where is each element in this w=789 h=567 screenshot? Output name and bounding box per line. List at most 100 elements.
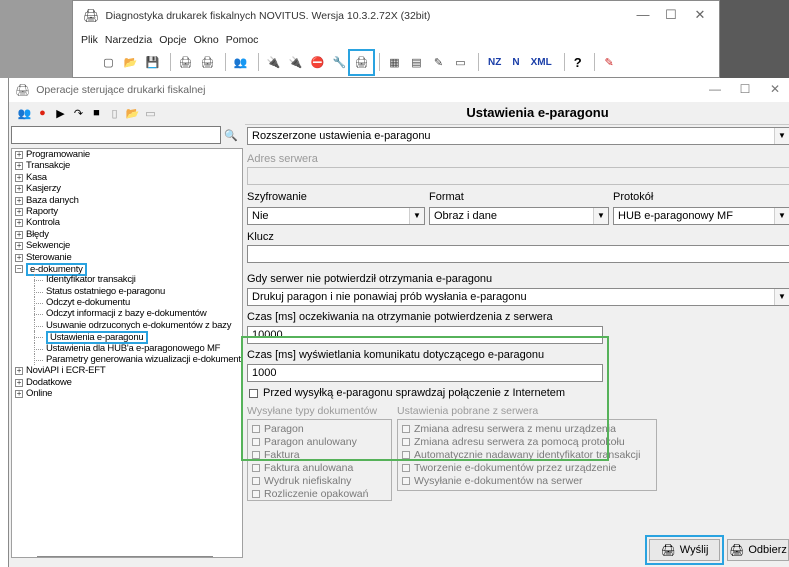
server-setting-item[interactable]: Tworzenie e-dokumentów przez urządzenie	[402, 462, 617, 474]
expand-icon[interactable]: +	[15, 367, 23, 376]
printer-icon[interactable]: 🖨	[176, 53, 195, 72]
calculator-icon[interactable]: ▦	[385, 53, 404, 72]
tree-item-raporty[interactable]: + Raporty	[12, 206, 242, 217]
disconnect-icon[interactable]: 🔌	[286, 53, 305, 72]
tree-item-sekwencje[interactable]: + Sekwencje	[12, 240, 242, 251]
search-icon[interactable]: 🔍	[221, 126, 241, 144]
checkbox-box[interactable]	[252, 477, 260, 485]
new-file-icon[interactable]: ▢	[99, 53, 118, 72]
save-icon[interactable]: 💾	[143, 53, 162, 72]
dialog-minimize-icon[interactable]: —	[703, 82, 727, 96]
checkbox-box[interactable]	[402, 464, 410, 472]
expand-icon[interactable]: +	[15, 390, 23, 399]
n-button[interactable]: N	[508, 53, 523, 72]
expand-icon[interactable]: +	[15, 230, 23, 239]
play-icon[interactable]: ▶	[53, 106, 68, 121]
menu-pomoc[interactable]: Pomoc	[226, 34, 259, 46]
checkbox-box[interactable]	[252, 490, 260, 498]
menu-okno[interactable]: Okno	[194, 34, 219, 46]
send-button[interactable]: 🖨 Wyślij	[645, 535, 724, 565]
step-icon[interactable]: ↷	[71, 106, 86, 121]
checkbox-box[interactable]	[402, 477, 410, 485]
connect-icon[interactable]: 🔌	[264, 53, 283, 72]
mode-select[interactable]: Rozszerzone ustawienia e-paragonu ▼	[247, 127, 789, 145]
horizontal-scrollbar[interactable]	[37, 556, 213, 557]
tree-item-sterowanie[interactable]: + Sterowanie	[12, 252, 242, 263]
open-folder-icon[interactable]: 📂	[121, 53, 140, 72]
tree-child-usuwanie[interactable]: Usuwanie odrzuconych e-dokumentów z bazy	[12, 319, 242, 332]
tree-item-dodatkowe[interactable]: + Dodatkowe	[12, 377, 242, 388]
dialog-close-icon[interactable]: ✕	[763, 82, 787, 96]
dropdown-arrow-icon[interactable]: ▼	[593, 208, 608, 224]
search-input[interactable]	[11, 126, 221, 144]
dropdown-arrow-icon[interactable]: ▼	[774, 128, 789, 144]
edit-icon[interactable]: ✎	[429, 53, 448, 72]
printer-settings-icon[interactable]: 🖨	[198, 53, 217, 72]
tree-item-baza-danych[interactable]: + Baza danych	[12, 195, 242, 206]
tree-item-bledy[interactable]: + Błędy	[12, 229, 242, 240]
tree-item-online[interactable]: + Online	[12, 388, 242, 399]
preview-icon[interactable]: ▯	[107, 106, 122, 121]
no-confirm-select[interactable]: Drukuj paragon i nie ponawiaj prób wysła…	[247, 288, 789, 306]
tree-item-kontrola[interactable]: + Kontrola	[12, 217, 242, 228]
expand-icon[interactable]: +	[15, 151, 23, 159]
nz-button[interactable]: NZ	[484, 53, 505, 72]
tree-child-odczyt-informacji[interactable]: Odczyt informacji z bazy e-dokumentów	[12, 308, 242, 320]
xml-button[interactable]: XML	[527, 53, 556, 72]
expand-icon[interactable]: +	[15, 242, 23, 251]
cashier-icon[interactable]: 👥	[231, 53, 250, 72]
tree-child-parametry[interactable]: Parametry generowania wizualizacji e-dok…	[12, 354, 242, 366]
menu-narzedzia[interactable]: Narzedzia	[105, 34, 152, 46]
expand-icon[interactable]: +	[15, 219, 23, 228]
save-icon[interactable]: ▭	[143, 106, 158, 121]
encryption-select[interactable]: Nie ▼	[247, 207, 425, 225]
server-setting-item[interactable]: Wysyłanie e-dokumentów na serwer	[402, 475, 583, 487]
receive-button[interactable]: 🖨 Odbierz	[727, 539, 789, 561]
maximize-icon[interactable]: ☐	[656, 7, 686, 23]
card-icon[interactable]: ▭	[451, 53, 470, 72]
tree-item-transakcje[interactable]: + Transakcje	[12, 160, 242, 171]
dropdown-arrow-icon[interactable]: ▼	[774, 289, 789, 305]
format-select[interactable]: Obraz i dane ▼	[429, 207, 609, 225]
menu-plik[interactable]: Plik	[81, 34, 98, 46]
expand-icon[interactable]: +	[15, 207, 23, 216]
tree-child-status[interactable]: Status ostatniego e-paragonu	[12, 285, 242, 298]
expand-icon[interactable]: +	[15, 378, 23, 387]
doc-type-faktura-anulowana[interactable]: Faktura anulowana	[252, 462, 353, 474]
expand-icon[interactable]: +	[15, 196, 23, 205]
expand-icon[interactable]: +	[15, 173, 23, 182]
expand-icon[interactable]: +	[15, 162, 23, 171]
help-button[interactable]: ?	[570, 53, 586, 72]
record-icon[interactable]: ●	[35, 106, 50, 121]
pen-icon[interactable]: ✎	[600, 53, 619, 72]
dialog-maximize-icon[interactable]: ☐	[733, 82, 757, 96]
collapse-icon[interactable]: −	[15, 264, 23, 273]
expand-icon[interactable]: +	[15, 253, 23, 262]
dropdown-arrow-icon[interactable]: ▼	[774, 208, 789, 224]
tree-item-kasjerzy[interactable]: + Kasjerzy	[12, 183, 242, 194]
tree-item-e-dokumenty[interactable]: − e-dokumenty	[12, 262, 242, 276]
fiscal-operations-icon[interactable]: 🖨	[348, 48, 375, 76]
cashier-icon[interactable]: 👥	[17, 106, 32, 121]
expand-icon[interactable]: +	[15, 185, 23, 194]
doc-type-wydruk[interactable]: Wydruk niefiskalny	[252, 475, 351, 487]
menu-opcje[interactable]: Opcje	[159, 34, 186, 46]
open-folder-icon[interactable]: 📂	[125, 106, 140, 121]
stop-icon[interactable]: ⛔	[308, 53, 327, 72]
tree-child-ustawienia-e-paragonu[interactable]: Ustawienia e-paragonu	[12, 331, 242, 345]
doc-type-rozliczenie[interactable]: Rozliczenie opakowań	[252, 488, 368, 500]
diagnostics-icon[interactable]: 🔧	[330, 53, 349, 72]
minimize-icon[interactable]: —	[628, 7, 658, 22]
stop-icon[interactable]: ■	[89, 106, 104, 121]
tree-child-ustawienia-hub[interactable]: Ustawienia dla HUB'a e-paragonowego MF	[12, 342, 242, 355]
key-field[interactable]	[247, 245, 789, 263]
protocol-select[interactable]: HUB e-paragonowy MF ▼	[613, 207, 789, 225]
tree-item-kasa[interactable]: + Kasa	[12, 172, 242, 183]
tree-item-noviapi[interactable]: + NoviAPI i ECR-EFT	[12, 365, 242, 376]
tree-child-odczyt-e-dokumentu[interactable]: Odczyt e-dokumentu	[12, 297, 242, 309]
tree-item-programowanie[interactable]: + Programowanie	[12, 149, 242, 160]
dropdown-arrow-icon[interactable]: ▼	[409, 208, 424, 224]
tree-child-identyfikator[interactable]: Identyfikator transakcji	[12, 274, 242, 286]
checkbox-box[interactable]	[252, 464, 260, 472]
close-icon[interactable]: ✕	[685, 7, 715, 23]
